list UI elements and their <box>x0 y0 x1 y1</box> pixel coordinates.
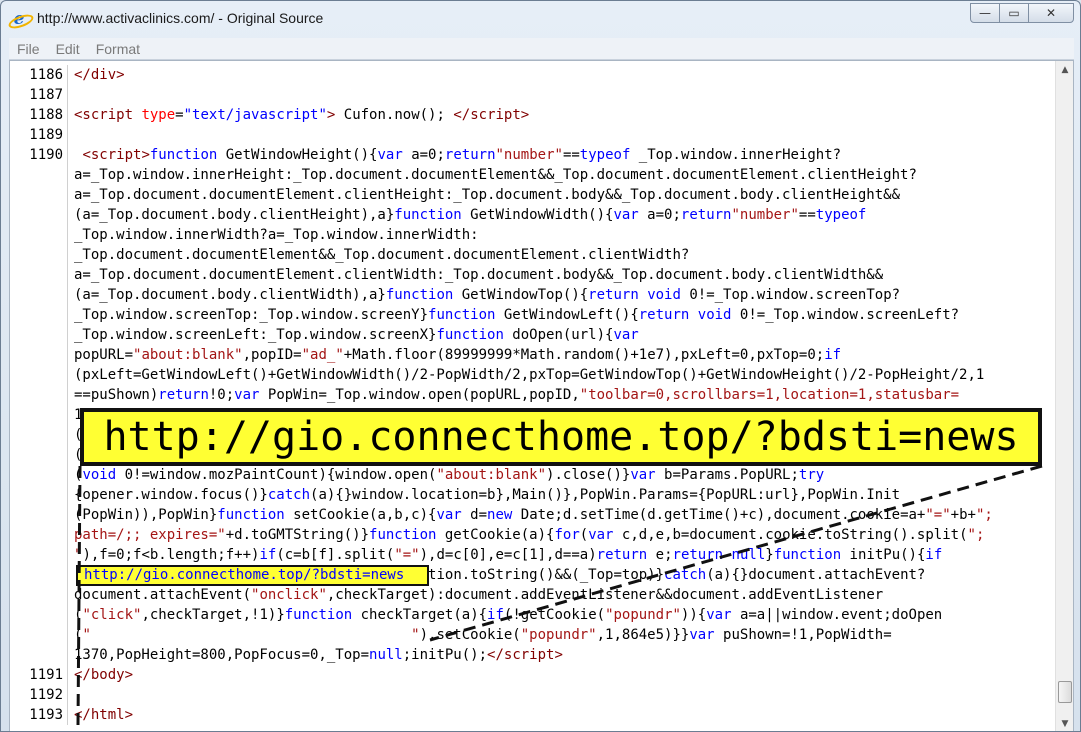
connector-left <box>76 465 82 726</box>
callout-url-text: http://gio.connecthome.top/?bdsti=news <box>103 414 1019 460</box>
url-callout: http://gio.connecthome.top/?bdsti=news <box>80 408 1042 466</box>
connector-right <box>429 464 1043 642</box>
callout-connectors <box>76 464 1043 726</box>
